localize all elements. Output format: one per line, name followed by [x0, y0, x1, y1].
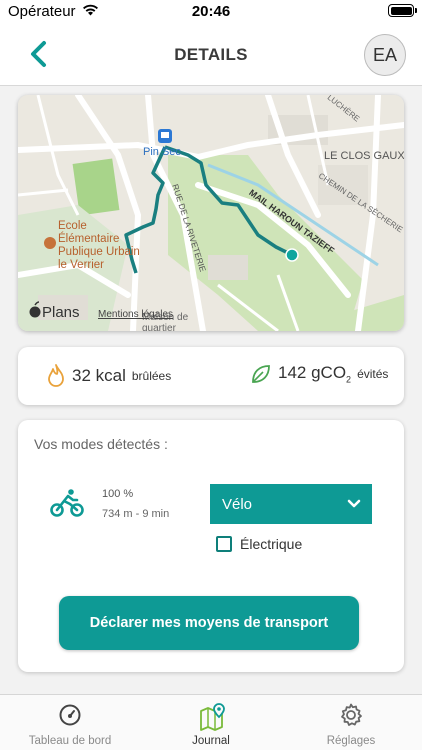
status-time: 20:46 [191, 3, 231, 20]
tab-dashboard-label: Tableau de bord [28, 735, 112, 747]
map-label-clos-gaux: LE CLOS GAUX [324, 150, 404, 162]
tab-settings[interactable]: Réglages [281, 695, 421, 750]
bicycle-icon [50, 488, 84, 523]
calories-value: 32 kcal [72, 366, 126, 385]
leaf-icon [252, 365, 270, 383]
map-label-station: Pin Sec [143, 146, 181, 158]
detected-modes-card: Vos modes détectés : 100 % 734 m - 9 min… [18, 420, 404, 672]
calories-unit: brûlées [131, 369, 172, 383]
declare-transport-button[interactable]: Déclarer mes moyens de transport [59, 596, 359, 650]
impact-stats-card: 32 kcal brûlées 142 gCO2 évités [18, 347, 404, 405]
trip-map[interactable]: Pin Sec LE CLOS GAUX LUCHÈRE RUE DE LA R… [18, 95, 404, 331]
co2-value-main: 142 gCO [278, 363, 347, 383]
battery-icon [388, 4, 417, 17]
tab-dashboard[interactable]: Tableau de bord [0, 695, 140, 750]
gauge-icon [59, 704, 81, 726]
co2-value: 142 gCO2 [278, 363, 351, 384]
calories-stat: 32 kcal brûlées [46, 363, 171, 389]
tab-journal[interactable]: Journal [141, 695, 281, 750]
transport-mode-select[interactable]: Vélo [210, 484, 372, 524]
map-attribution: Plans [42, 304, 80, 321]
user-avatar[interactable]: EA [364, 34, 406, 76]
selected-mode-label: Vélo [222, 495, 253, 513]
modes-title: Vos modes détectés : [34, 436, 168, 452]
electric-checkbox[interactable] [216, 536, 232, 552]
electric-option[interactable]: Électrique [216, 536, 302, 552]
tab-journal-label: Journal [192, 735, 230, 747]
map-label-school-1: Ecole [58, 220, 87, 232]
chevron-down-icon [347, 499, 361, 508]
mode-percent: 100 % [102, 488, 134, 500]
map-label-school-2: Élémentaire [58, 232, 119, 245]
gear-icon [341, 703, 362, 726]
top-navigation-bar: DETAILS EA [0, 24, 422, 86]
co2-subscript: 2 [346, 374, 352, 385]
status-bar: Opérateur 20:46 [0, 0, 422, 24]
co2-stat: 142 gCO2 évités [250, 363, 388, 385]
electric-label: Électrique [240, 536, 303, 552]
flame-icon [48, 364, 64, 387]
map-legal-link[interactable]: Mentions légales [98, 309, 173, 320]
page-title: DETAILS [174, 45, 248, 64]
co2-unit: évités [357, 367, 389, 381]
map-pin-icon [200, 703, 225, 731]
bottom-tab-bar: Tableau de bord Journal Réglages [0, 694, 422, 750]
map-label-school-3: Publique Urbain [58, 246, 140, 258]
map-label-maison-2: quartier [142, 323, 177, 331]
tab-settings-label: Réglages [326, 735, 376, 747]
map-label-school-4: le Verrier [58, 259, 104, 271]
mode-distance-time: 734 m - 9 min [102, 508, 170, 520]
